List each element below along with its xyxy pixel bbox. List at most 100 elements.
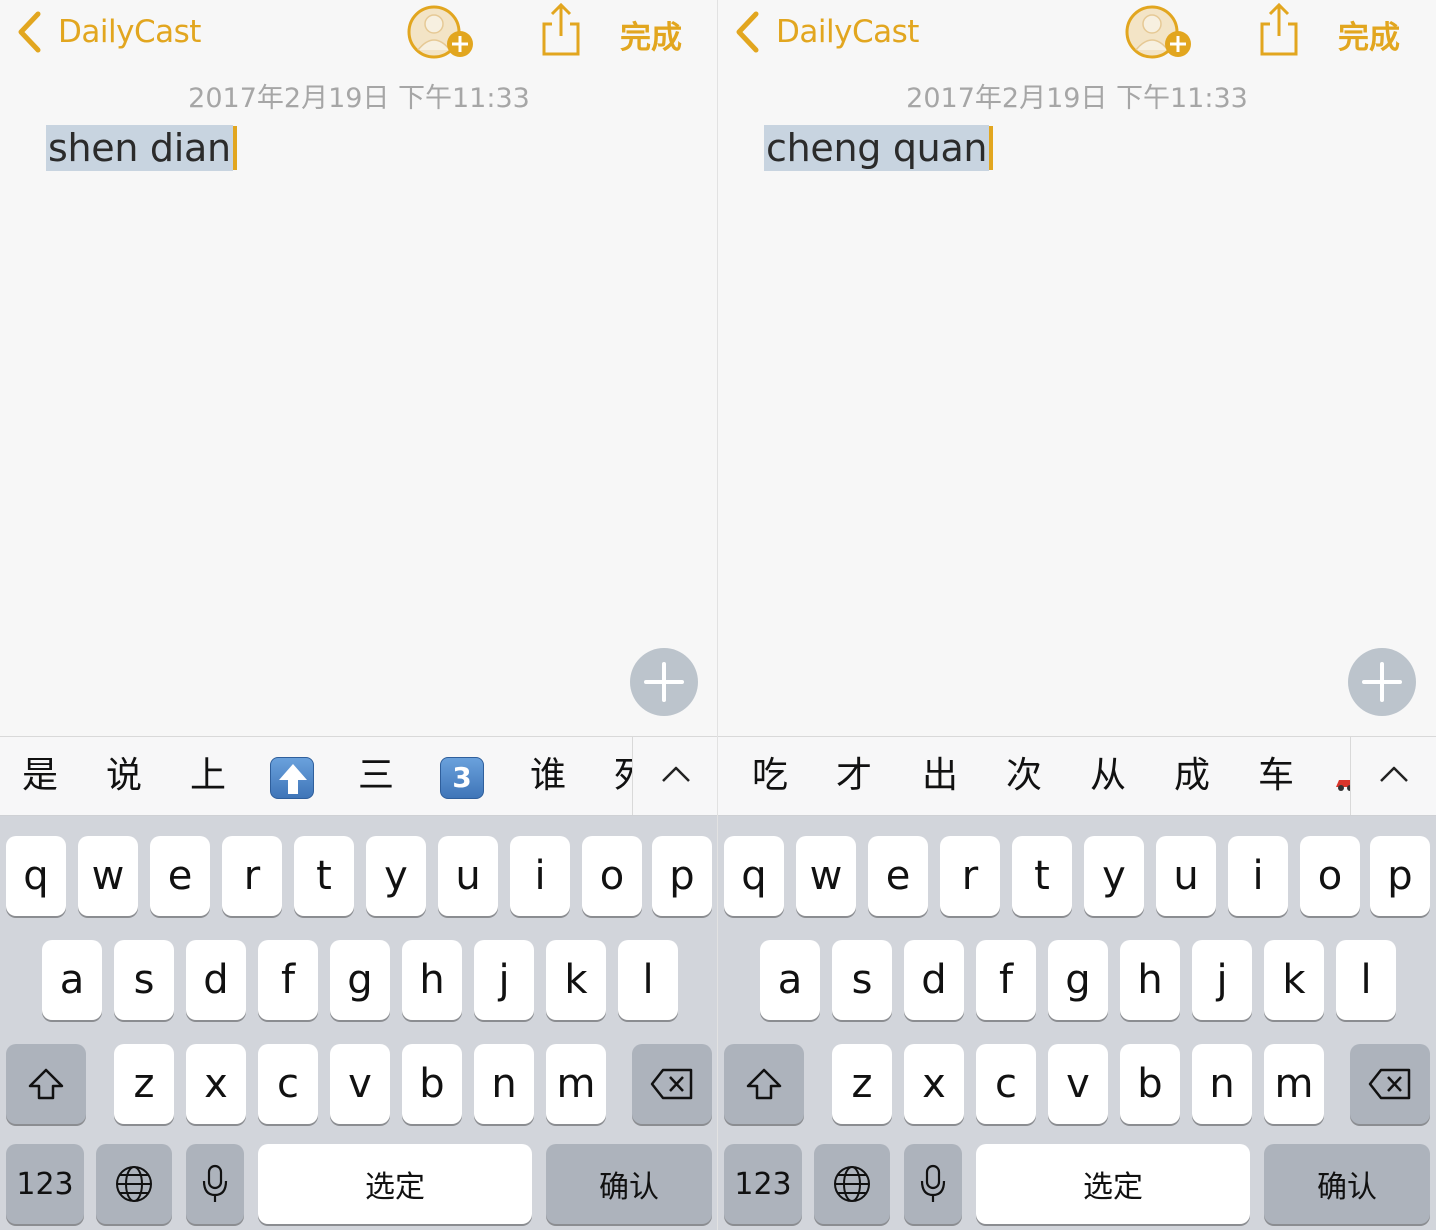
candidate-item[interactable]: 三: [358, 751, 394, 801]
candidate-item[interactable]: 次: [1006, 751, 1042, 801]
key-q[interactable]: q: [6, 836, 66, 916]
key-d[interactable]: d: [186, 940, 246, 1020]
candidate-item[interactable]: 成: [1174, 751, 1210, 801]
key-z[interactable]: z: [114, 1044, 174, 1124]
up-arrow-emoji-icon[interactable]: [270, 757, 314, 799]
key-y[interactable]: y: [1084, 836, 1144, 916]
return-key[interactable]: 确认: [546, 1144, 712, 1224]
key-r[interactable]: r: [940, 836, 1000, 916]
key-a[interactable]: a: [42, 940, 102, 1020]
note-body[interactable]: shen dian: [46, 124, 237, 172]
key-b[interactable]: b: [402, 1044, 462, 1124]
delete-key[interactable]: [632, 1044, 712, 1124]
globe-key[interactable]: [814, 1144, 890, 1224]
numbers-key[interactable]: 123: [6, 1144, 84, 1224]
dictation-key[interactable]: [186, 1144, 244, 1224]
shift-key[interactable]: [724, 1044, 804, 1124]
back-button[interactable]: DailyCast: [16, 8, 201, 56]
key-j[interactable]: j: [474, 940, 534, 1020]
space-key[interactable]: 选定: [976, 1144, 1250, 1224]
key-m[interactable]: m: [546, 1044, 606, 1124]
key-k[interactable]: k: [546, 940, 606, 1020]
plus-icon: [644, 662, 684, 702]
key-v[interactable]: v: [330, 1044, 390, 1124]
key-y[interactable]: y: [366, 836, 426, 916]
key-w[interactable]: w: [796, 836, 856, 916]
key-e[interactable]: e: [150, 836, 210, 916]
add-person-icon: [407, 5, 473, 59]
add-person-button[interactable]: [404, 4, 480, 60]
key-u[interactable]: u: [438, 836, 498, 916]
candidate-item[interactable]: 从: [1090, 751, 1126, 801]
key-k[interactable]: k: [1264, 940, 1324, 1020]
key-i[interactable]: i: [510, 836, 570, 916]
candidate-item[interactable]: 说: [106, 751, 142, 801]
key-x[interactable]: x: [186, 1044, 246, 1124]
screen-right: DailyCast 完成 2017年2月19日 下午11:33 cheng qu…: [718, 0, 1436, 1230]
expand-candidates-button[interactable]: [632, 737, 718, 815]
back-button[interactable]: DailyCast: [734, 8, 919, 56]
candidate-item[interactable]: 是: [22, 751, 58, 801]
candidate-item[interactable]: 才: [836, 751, 872, 801]
key-c[interactable]: c: [976, 1044, 1036, 1124]
key-t[interactable]: t: [294, 836, 354, 916]
key-h[interactable]: h: [402, 940, 462, 1020]
key-l[interactable]: l: [618, 940, 678, 1020]
keycap-three-emoji[interactable]: 3: [440, 757, 484, 799]
shift-icon: [746, 1068, 782, 1100]
add-button[interactable]: [630, 648, 698, 716]
candidate-item[interactable]: 车: [1258, 751, 1294, 801]
dictation-key[interactable]: [904, 1144, 962, 1224]
key-w[interactable]: w: [78, 836, 138, 916]
key-b[interactable]: b: [1120, 1044, 1180, 1124]
candidate-item[interactable]: 上: [190, 751, 226, 801]
expand-candidates-button[interactable]: [1350, 737, 1436, 815]
key-n[interactable]: n: [1192, 1044, 1252, 1124]
share-button[interactable]: [1256, 2, 1302, 58]
globe-key[interactable]: [96, 1144, 172, 1224]
return-key[interactable]: 确认: [1264, 1144, 1430, 1224]
key-l[interactable]: l: [1336, 940, 1396, 1020]
key-g[interactable]: g: [1048, 940, 1108, 1020]
key-c[interactable]: c: [258, 1044, 318, 1124]
key-m[interactable]: m: [1264, 1044, 1324, 1124]
key-s[interactable]: s: [832, 940, 892, 1020]
key-f[interactable]: f: [258, 940, 318, 1020]
space-key[interactable]: 选定: [258, 1144, 532, 1224]
back-label: DailyCast: [58, 14, 201, 50]
key-t[interactable]: t: [1012, 836, 1072, 916]
key-g[interactable]: g: [330, 940, 390, 1020]
shift-key[interactable]: [6, 1044, 86, 1124]
key-i[interactable]: i: [1228, 836, 1288, 916]
key-a[interactable]: a: [760, 940, 820, 1020]
key-p[interactable]: p: [652, 836, 712, 916]
key-o[interactable]: o: [582, 836, 642, 916]
candidate-bar: 吃 才 出 次 从 成 车: [718, 736, 1436, 816]
key-v[interactable]: v: [1048, 1044, 1108, 1124]
key-j[interactable]: j: [1192, 940, 1252, 1020]
key-d[interactable]: d: [904, 940, 964, 1020]
add-person-button[interactable]: [1122, 4, 1198, 60]
candidate-item[interactable]: 出: [922, 751, 958, 801]
key-r[interactable]: r: [222, 836, 282, 916]
key-x[interactable]: x: [904, 1044, 964, 1124]
key-z[interactable]: z: [832, 1044, 892, 1124]
done-button[interactable]: 完成: [1338, 12, 1400, 57]
key-f[interactable]: f: [976, 940, 1036, 1020]
candidate-item[interactable]: 谁: [530, 751, 566, 801]
key-n[interactable]: n: [474, 1044, 534, 1124]
share-button[interactable]: [538, 2, 584, 58]
numbers-key[interactable]: 123: [724, 1144, 802, 1224]
note-body[interactable]: cheng quan: [764, 124, 994, 172]
key-p[interactable]: p: [1370, 836, 1430, 916]
key-q[interactable]: q: [724, 836, 784, 916]
key-h[interactable]: h: [1120, 940, 1180, 1020]
add-button[interactable]: [1348, 648, 1416, 716]
key-o[interactable]: o: [1300, 836, 1360, 916]
delete-key[interactable]: [1350, 1044, 1430, 1124]
candidate-item[interactable]: 吃: [752, 751, 788, 801]
key-e[interactable]: e: [868, 836, 928, 916]
key-s[interactable]: s: [114, 940, 174, 1020]
key-u[interactable]: u: [1156, 836, 1216, 916]
done-button[interactable]: 完成: [620, 12, 682, 57]
